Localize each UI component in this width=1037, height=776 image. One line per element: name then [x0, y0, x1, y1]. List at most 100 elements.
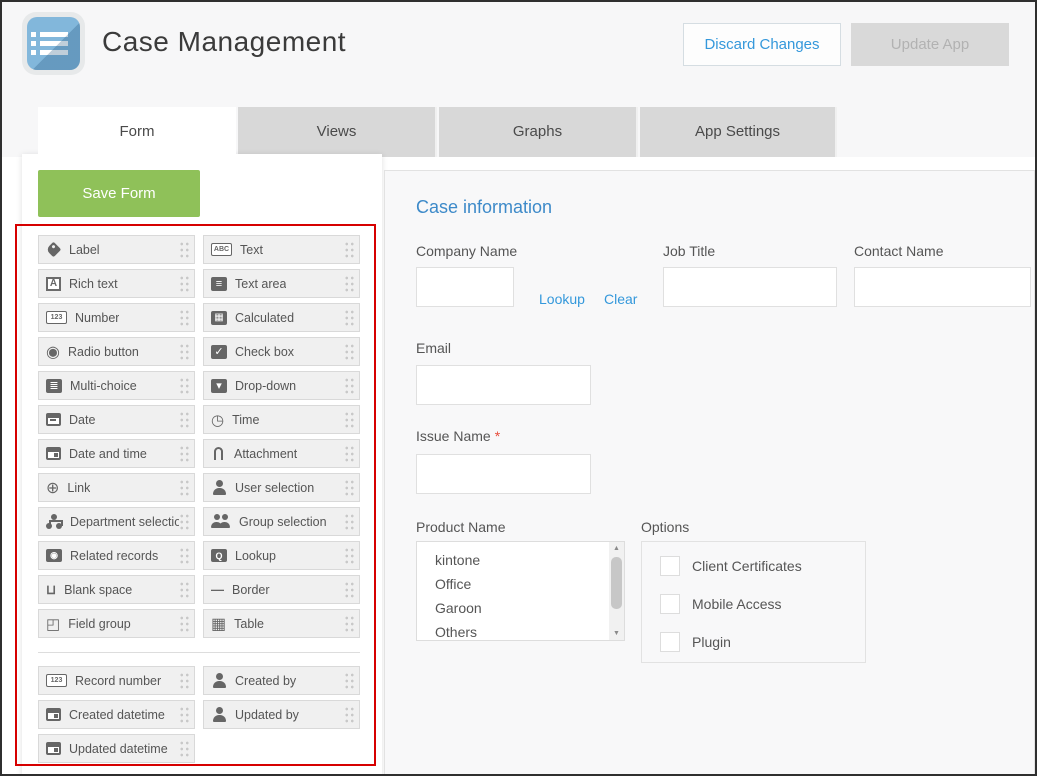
tile-label: Lookup — [235, 549, 276, 563]
palette-tile-multi-choice[interactable]: ≣Multi-choice — [38, 371, 195, 400]
tile-label: Number — [75, 311, 119, 325]
product-option-others[interactable]: Others — [435, 620, 624, 641]
palette-tile-attachment[interactable]: Attachment — [203, 439, 360, 468]
user-icon — [211, 707, 227, 722]
contact-name-input[interactable] — [854, 267, 1031, 307]
palette-tile-drop-down[interactable]: ▾Drop-down — [203, 371, 360, 400]
palette-tile-calculated[interactable]: ▦Calculated — [203, 303, 360, 332]
drag-handle-icon — [179, 343, 190, 361]
lookup-link[interactable]: Lookup — [539, 291, 585, 307]
tile-label: Label — [69, 243, 100, 257]
palette-tile-table[interactable]: ▦Table — [203, 609, 360, 638]
drag-handle-icon — [179, 547, 190, 565]
dropdown-icon: ▾ — [211, 379, 227, 393]
form-preview-panel: Case information Company Name Lookup Cle… — [384, 170, 1035, 776]
tile-label: Time — [232, 413, 259, 427]
update-app-button[interactable]: Update App — [851, 23, 1009, 66]
section-title: Case information — [416, 197, 552, 218]
tile-label: User selection — [235, 481, 314, 495]
palette-tile-check-box[interactable]: ✓Check box — [203, 337, 360, 366]
palette-tile-created-by[interactable]: Created by — [203, 666, 360, 695]
palette-tile-time[interactable]: ◷Time — [203, 405, 360, 434]
email-input[interactable] — [416, 365, 591, 405]
drag-handle-icon — [179, 377, 190, 395]
drag-handle-icon — [179, 411, 190, 429]
tile-label: Updated by — [235, 708, 299, 722]
drag-handle-icon — [179, 309, 190, 327]
palette-tile-link[interactable]: ⊕Link — [38, 473, 195, 502]
drag-handle-icon — [179, 445, 190, 463]
palette-tile-updated-datetime[interactable]: Updated datetime — [38, 734, 195, 763]
palette-tile-date[interactable]: Date — [38, 405, 195, 434]
tab-graphs[interactable]: Graphs — [439, 107, 638, 157]
drag-handle-icon — [344, 672, 355, 690]
app-title: Case Management — [102, 26, 346, 58]
product-name-listbox[interactable]: kintoneOfficeGaroonOthers ▲ ▼ — [416, 541, 625, 641]
drag-handle-icon — [344, 411, 355, 429]
palette-tile-blank-space[interactable]: ⊔Blank space — [38, 575, 195, 604]
drag-handle-icon — [179, 740, 190, 758]
tile-label: Group selection — [239, 515, 327, 529]
number-icon: 123 — [46, 674, 67, 687]
checkbox-label: Plugin — [692, 634, 731, 650]
job-title-input[interactable] — [663, 267, 837, 307]
palette-tile-department-selection[interactable]: Department selection — [38, 507, 195, 536]
palette-tile-field-group[interactable]: ◰Field group — [38, 609, 195, 638]
palette-tile-updated-by[interactable]: Updated by — [203, 700, 360, 729]
product-option-garoon[interactable]: Garoon — [435, 596, 624, 620]
drag-handle-icon — [179, 672, 190, 690]
product-option-kintone[interactable]: kintone — [435, 548, 624, 572]
palette-tile-radio-button[interactable]: ◉Radio button — [38, 337, 195, 366]
tab-form[interactable]: Form — [38, 107, 236, 159]
checkbox-client-certificates[interactable] — [660, 556, 680, 576]
save-form-button[interactable]: Save Form — [38, 170, 200, 217]
link-icon: ⊕ — [46, 478, 59, 498]
palette-tile-created-datetime[interactable]: Created datetime — [38, 700, 195, 729]
tab-app-settings[interactable]: App Settings — [640, 107, 837, 157]
tile-label: Record number — [75, 674, 161, 688]
border-icon: — — [211, 582, 224, 597]
drag-handle-icon — [179, 513, 190, 531]
palette-tile-group-selection[interactable]: Group selection — [203, 507, 360, 536]
company-name-label: Company Name — [416, 243, 517, 259]
palette-tile-text-area[interactable]: ≡Text area — [203, 269, 360, 298]
tile-label: Blank space — [64, 583, 132, 597]
number-icon: 123 — [46, 311, 67, 324]
options-label: Options — [641, 519, 689, 535]
company-name-input[interactable] — [416, 267, 514, 307]
checkbox-plugin[interactable] — [660, 632, 680, 652]
scroll-down-icon[interactable]: ▼ — [609, 630, 624, 637]
group-icon — [211, 514, 231, 529]
calculated-icon: ▦ — [211, 311, 227, 325]
department-icon — [46, 514, 62, 529]
clear-link[interactable]: Clear — [604, 291, 637, 307]
drag-handle-icon — [179, 241, 190, 259]
palette-tile-label[interactable]: Label — [38, 235, 195, 264]
product-option-office[interactable]: Office — [435, 572, 624, 596]
scroll-up-icon[interactable]: ▲ — [609, 545, 624, 552]
palette-tile-related-records[interactable]: ◉Related records — [38, 541, 195, 570]
datetime-icon — [46, 742, 61, 755]
palette-tile-rich-text[interactable]: ARich text — [38, 269, 195, 298]
scrollbar-thumb[interactable] — [611, 557, 622, 609]
datetime-icon — [46, 447, 61, 460]
issue-name-input[interactable] — [416, 454, 591, 494]
tab-views[interactable]: Views — [238, 107, 437, 157]
palette-tile-user-selection[interactable]: User selection — [203, 473, 360, 502]
tile-label: Updated datetime — [69, 742, 168, 756]
checkbox-mobile-access[interactable] — [660, 594, 680, 614]
attachment-icon — [214, 447, 223, 460]
palette-tile-text[interactable]: ABCText — [203, 235, 360, 264]
tile-label: Date — [69, 413, 95, 427]
palette-tile-record-number[interactable]: 123 Record number — [38, 666, 195, 695]
drag-handle-icon — [344, 241, 355, 259]
palette-tile-lookup[interactable]: QLookup — [203, 541, 360, 570]
drag-handle-icon — [344, 581, 355, 599]
palette-tile-border[interactable]: —Border — [203, 575, 360, 604]
tag-icon — [46, 242, 62, 258]
palette-tile-date-and-time[interactable]: Date and time — [38, 439, 195, 468]
drag-handle-icon — [344, 615, 355, 633]
discard-changes-button[interactable]: Discard Changes — [683, 23, 841, 66]
checkbox-row: Plugin — [660, 632, 731, 652]
palette-tile-number[interactable]: 123 Number — [38, 303, 195, 332]
